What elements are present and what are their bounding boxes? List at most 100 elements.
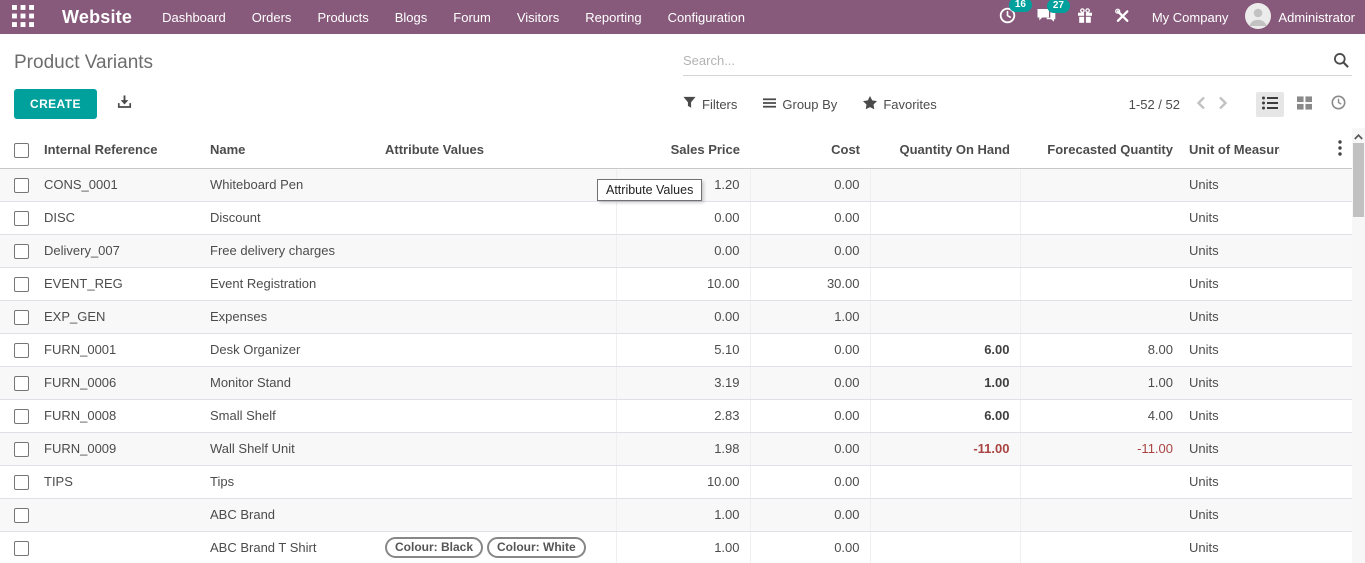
cell-sales-price[interactable]: 5.10 [616,333,750,366]
row-checkbox[interactable] [14,343,29,358]
row-checkbox[interactable] [14,310,29,325]
cell-attribute-values[interactable] [381,366,616,399]
nav-item-forum[interactable]: Forum [453,10,491,25]
row-checkbox[interactable] [14,211,29,226]
cell-forecasted-quantity[interactable] [1020,234,1183,267]
cell-cost[interactable]: 0.00 [750,366,870,399]
cell-unit-of-measure[interactable]: Units [1183,300,1280,333]
table-row[interactable]: Delivery_007Free delivery charges0.000.0… [0,234,1352,267]
gift-button[interactable] [1075,6,1095,29]
table-row[interactable]: DISCDiscount0.000.00Units [0,201,1352,234]
list-view-button[interactable] [1256,92,1284,117]
export-download-button[interactable] [117,95,132,113]
row-checkbox[interactable] [14,277,29,292]
cell-quantity-on-hand[interactable]: -11.00 [870,432,1020,465]
cell-attribute-values[interactable] [381,498,616,531]
cell-name[interactable]: ABC Brand [206,498,381,531]
create-button[interactable]: CREATE [14,89,97,119]
table-row[interactable]: EVENT_REGEvent Registration10.0030.00Uni… [0,267,1352,300]
apps-menu-button[interactable] [0,0,46,34]
cell-forecasted-quantity[interactable]: 1.00 [1020,366,1183,399]
row-checkbox[interactable] [14,244,29,259]
cell-attribute-values[interactable] [381,300,616,333]
cell-quantity-on-hand[interactable] [870,498,1020,531]
header-attribute-values[interactable]: Attribute Values [381,132,616,168]
cell-cost[interactable]: 1.00 [750,300,870,333]
cell-quantity-on-hand[interactable]: 6.00 [870,399,1020,432]
header-unit-of-measure[interactable]: Unit of Measure [1183,132,1280,168]
kanban-view-button[interactable] [1290,92,1318,117]
cell-quantity-on-hand[interactable] [870,168,1020,201]
cell-name[interactable]: Event Registration [206,267,381,300]
cell-cost[interactable]: 0.00 [750,168,870,201]
cell-forecasted-quantity[interactable] [1020,300,1183,333]
cell-internal-reference[interactable] [40,498,206,531]
search-icon[interactable] [1333,52,1350,74]
cell-forecasted-quantity[interactable] [1020,168,1183,201]
cell-internal-reference[interactable]: FURN_0008 [40,399,206,432]
cell-attribute-values[interactable] [381,168,616,201]
filters-button[interactable]: Filters [683,96,737,112]
optional-columns-toggle-button[interactable] [1332,138,1348,161]
cell-unit-of-measure[interactable]: Units [1183,432,1280,465]
cell-unit-of-measure[interactable]: Units [1183,201,1280,234]
cell-name[interactable]: Discount [206,201,381,234]
cell-forecasted-quantity[interactable] [1020,498,1183,531]
cell-sales-price[interactable]: 3.19 [616,366,750,399]
cell-attribute-values[interactable]: Colour: BlackColour: White [381,531,616,563]
cell-cost[interactable]: 0.00 [750,465,870,498]
cell-internal-reference[interactable]: DISC [40,201,206,234]
cell-name[interactable]: Monitor Stand [206,366,381,399]
nav-item-configuration[interactable]: Configuration [668,10,745,25]
activities-button[interactable]: 16 [997,5,1018,29]
cell-attribute-values[interactable] [381,432,616,465]
search-input[interactable] [683,53,1352,68]
cell-sales-price[interactable]: 1.00 [616,531,750,563]
cell-unit-of-measure[interactable]: Units [1183,498,1280,531]
cell-internal-reference[interactable]: FURN_0009 [40,432,206,465]
group-by-button[interactable]: Group By [763,97,837,112]
row-checkbox[interactable] [14,409,29,424]
cell-attribute-values[interactable] [381,234,616,267]
row-checkbox[interactable] [14,376,29,391]
cell-attribute-values[interactable] [381,201,616,234]
select-all-checkbox[interactable] [14,143,29,158]
favorites-button[interactable]: Favorites [863,96,936,112]
row-checkbox[interactable] [14,475,29,490]
cell-unit-of-measure[interactable]: Units [1183,333,1280,366]
nav-item-blogs[interactable]: Blogs [395,10,428,25]
cell-name[interactable]: ABC Brand T Shirt [206,531,381,563]
nav-item-reporting[interactable]: Reporting [585,10,641,25]
cell-sales-price[interactable]: 0.00 [616,234,750,267]
cell-internal-reference[interactable]: EVENT_REG [40,267,206,300]
cell-quantity-on-hand[interactable] [870,201,1020,234]
cell-attribute-values[interactable] [381,399,616,432]
row-checkbox[interactable] [14,178,29,193]
row-checkbox[interactable] [14,541,29,556]
cell-quantity-on-hand[interactable]: 6.00 [870,333,1020,366]
cell-unit-of-measure[interactable]: Units [1183,267,1280,300]
table-row[interactable]: FURN_0008Small Shelf2.830.006.004.00Unit… [0,399,1352,432]
cell-sales-price[interactable]: 0.00 [616,300,750,333]
cell-attribute-values[interactable] [381,465,616,498]
header-internal-reference[interactable]: Internal Reference [40,132,206,168]
cell-quantity-on-hand[interactable] [870,300,1020,333]
tools-button[interactable] [1112,6,1133,29]
cell-sales-price[interactable]: 10.00 [616,267,750,300]
nav-item-visitors[interactable]: Visitors [517,10,559,25]
app-name[interactable]: Website [62,7,132,28]
cell-cost[interactable]: 0.00 [750,399,870,432]
table-row[interactable]: ABC Brand1.000.00Units [0,498,1352,531]
cell-name[interactable]: Whiteboard Pen [206,168,381,201]
cell-attribute-values[interactable] [381,333,616,366]
pager-next-button[interactable] [1216,94,1230,115]
cell-sales-price[interactable]: 2.83 [616,399,750,432]
cell-quantity-on-hand[interactable] [870,465,1020,498]
cell-forecasted-quantity[interactable] [1020,201,1183,234]
nav-item-products[interactable]: Products [317,10,368,25]
cell-name[interactable]: Tips [206,465,381,498]
cell-unit-of-measure[interactable]: Units [1183,465,1280,498]
cell-unit-of-measure[interactable]: Units [1183,168,1280,201]
vertical-scrollbar[interactable] [1352,128,1365,563]
cell-internal-reference[interactable] [40,531,206,563]
